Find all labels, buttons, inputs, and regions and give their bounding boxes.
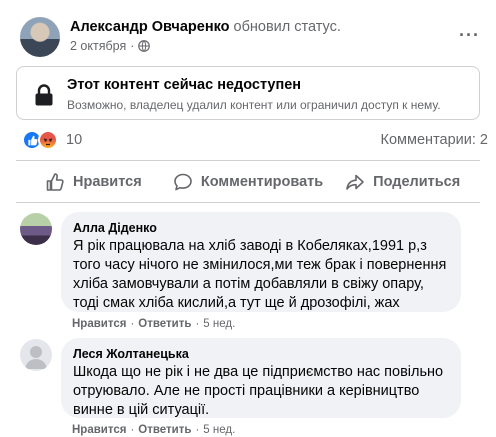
more-options-button[interactable]: ···	[459, 25, 480, 46]
post-action-text: обновил статус.	[233, 19, 341, 35]
comment-time[interactable]: 5 нед.	[203, 424, 235, 436]
comment-button[interactable]: Комментировать	[171, 164, 326, 200]
comment-author[interactable]: Алла Діденко	[73, 220, 449, 236]
globe-icon	[138, 40, 151, 52]
comment-text: Шкода що не рік і не два це підприємство…	[73, 364, 444, 418]
comment-button-label: Комментировать	[200, 174, 324, 190]
author-avatar[interactable]	[20, 17, 60, 57]
commenter-avatar[interactable]	[20, 339, 52, 371]
thumbs-up-icon	[46, 173, 64, 191]
comments-count[interactable]: Комментарии: 2	[381, 132, 488, 148]
author-name[interactable]: Александр Овчаренко	[70, 19, 230, 35]
comment-icon	[174, 173, 192, 191]
comment-actions: Нравится · Ответить · 5 нед.	[72, 318, 235, 330]
comment-actions: Нравится · Ответить · 5 нед.	[72, 424, 235, 436]
angry-reaction-icon	[38, 130, 58, 150]
post-date[interactable]: 2 октября	[70, 38, 126, 54]
share-icon	[346, 174, 364, 190]
comment-reply-link[interactable]: Ответить	[138, 318, 191, 330]
unavailable-subtitle: Возможно, владелец удалил контент или ог…	[67, 98, 441, 112]
unavailable-title: Этот контент сейчас недоступен	[67, 77, 302, 93]
comment-reply-link[interactable]: Ответить	[138, 424, 191, 436]
comment-text: Я рік працювала на хліб заводі в Кобеляк…	[73, 238, 447, 311]
share-button[interactable]: Поделиться	[325, 164, 480, 200]
meta-separator: ·	[130, 39, 135, 53]
post-meta: 2 октября ·	[70, 38, 151, 54]
divider	[16, 202, 480, 203]
separator: ·	[130, 318, 135, 330]
share-button-label: Поделиться	[373, 174, 461, 190]
post-action-bar: Нравится Комментировать Поделиться	[16, 164, 480, 200]
divider	[16, 160, 480, 161]
comment-like-link[interactable]: Нравится	[72, 318, 126, 330]
post-card: Александр Овчаренко обновил статус. 2 ок…	[0, 0, 496, 437]
comment-time[interactable]: 5 нед.	[203, 318, 235, 330]
comment-like-link[interactable]: Нравится	[72, 424, 126, 436]
comment-author[interactable]: Леся Жолтанецька	[73, 346, 449, 362]
unavailable-content-box: Этот контент сейчас недоступен Возможно,…	[16, 66, 480, 120]
reaction-count[interactable]: 10	[66, 132, 82, 148]
post-header: Александр Овчаренко обновил статус.	[70, 18, 341, 36]
separator: ·	[195, 318, 200, 330]
comment-bubble: Леся Жолтанецька Шкода що не рік і не дв…	[61, 338, 461, 418]
reactions-summary[interactable]: 10	[22, 130, 82, 150]
lock-icon	[35, 84, 53, 106]
separator: ·	[130, 424, 135, 436]
commenter-avatar[interactable]	[20, 213, 52, 245]
default-avatar-icon	[25, 346, 47, 369]
like-button-label: Нравится	[73, 174, 142, 190]
like-button[interactable]: Нравится	[16, 164, 171, 200]
separator: ·	[195, 424, 200, 436]
comment-bubble: Алла Діденко Я рік працювала на хліб зав…	[61, 212, 461, 312]
